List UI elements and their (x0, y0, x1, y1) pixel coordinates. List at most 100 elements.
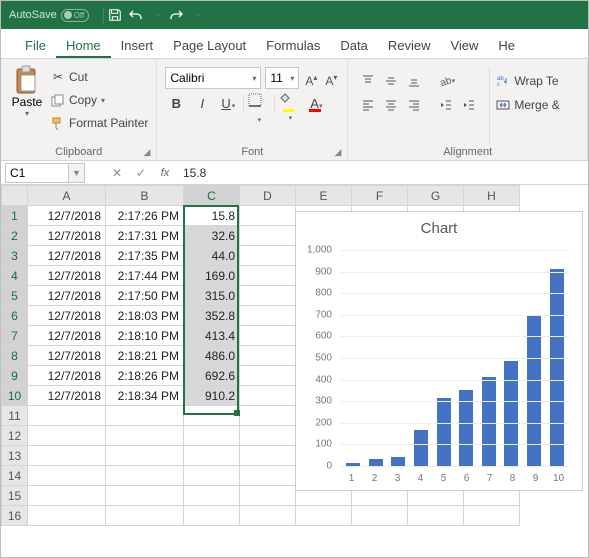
copy-button[interactable]: Copy▾ (51, 90, 148, 110)
font-size-select[interactable]: 11▾ (265, 67, 299, 89)
cell-C3[interactable]: 44.0 (184, 246, 240, 266)
cell-A7[interactable]: 12/7/2018 (28, 326, 106, 346)
cell-A1[interactable]: 12/7/2018 (28, 206, 106, 226)
tab-help[interactable]: He (488, 32, 525, 58)
column-header-G[interactable]: G (408, 186, 464, 206)
row-header-11[interactable]: 11 (2, 406, 28, 426)
font-name-select[interactable]: Calibri▾ (165, 67, 261, 89)
cell-B13[interactable] (106, 446, 184, 466)
undo-dropdown-icon[interactable]: ▾ (148, 11, 168, 20)
copy-dropdown-icon[interactable]: ▾ (101, 96, 105, 105)
row-header-8[interactable]: 8 (2, 346, 28, 366)
cell-C6[interactable]: 352.8 (184, 306, 240, 326)
cell-B8[interactable]: 2:18:21 PM (106, 346, 184, 366)
tab-review[interactable]: Review (378, 32, 441, 58)
cell-A3[interactable]: 12/7/2018 (28, 246, 106, 266)
column-header-B[interactable]: B (106, 186, 184, 206)
qat-customize-icon[interactable]: ▾ (188, 11, 208, 20)
row-header-9[interactable]: 9 (2, 366, 28, 386)
cell-B6[interactable]: 2:18:03 PM (106, 306, 184, 326)
cell-D6[interactable] (240, 306, 296, 326)
underline-button[interactable]: U▾ (217, 93, 239, 115)
tab-file[interactable]: File (15, 32, 56, 58)
cell-B2[interactable]: 2:17:31 PM (106, 226, 184, 246)
cell-C1[interactable]: 15.8 (184, 206, 240, 226)
cell-A12[interactable] (28, 426, 106, 446)
column-header-F[interactable]: F (352, 186, 408, 206)
cell-B10[interactable]: 2:18:34 PM (106, 386, 184, 406)
row-header-3[interactable]: 3 (2, 246, 28, 266)
name-box-dropdown-icon[interactable]: ▼ (69, 163, 85, 183)
row-header-15[interactable]: 15 (2, 486, 28, 506)
chart-bar[interactable] (437, 398, 451, 466)
cell-H16[interactable] (464, 506, 520, 526)
save-icon[interactable] (108, 8, 128, 22)
name-box[interactable]: C1 (5, 163, 69, 183)
bold-button[interactable]: B (165, 93, 187, 115)
row-header-6[interactable]: 6 (2, 306, 28, 326)
font-color-button[interactable]: A▾ (305, 93, 327, 115)
row-header-1[interactable]: 1 (2, 206, 28, 226)
chart-bar[interactable] (504, 361, 518, 466)
row-header-4[interactable]: 4 (2, 266, 28, 286)
row-header-10[interactable]: 10 (2, 386, 28, 406)
cell-C13[interactable] (184, 446, 240, 466)
cell-D7[interactable] (240, 326, 296, 346)
cell-C15[interactable] (184, 486, 240, 506)
cell-G16[interactable] (408, 506, 464, 526)
column-header-D[interactable]: D (240, 186, 296, 206)
row-header-7[interactable]: 7 (2, 326, 28, 346)
column-header-C[interactable]: C (184, 186, 240, 206)
cell-B15[interactable] (106, 486, 184, 506)
cell-D2[interactable] (240, 226, 296, 246)
cell-E16[interactable] (296, 506, 352, 526)
row-header-5[interactable]: 5 (2, 286, 28, 306)
cell-C12[interactable] (184, 426, 240, 446)
cell-A10[interactable]: 12/7/2018 (28, 386, 106, 406)
cell-B12[interactable] (106, 426, 184, 446)
row-header-16[interactable]: 16 (2, 506, 28, 526)
select-all-corner[interactable] (2, 186, 28, 206)
cell-A8[interactable]: 12/7/2018 (28, 346, 106, 366)
chart-bar[interactable] (391, 457, 405, 467)
align-bottom-button[interactable] (404, 71, 424, 91)
cell-B14[interactable] (106, 466, 184, 486)
tab-home[interactable]: Home (56, 32, 111, 58)
cell-B5[interactable]: 2:17:50 PM (106, 286, 184, 306)
wrap-text-button[interactable]: abcWrap Te (496, 71, 559, 91)
cell-C4[interactable]: 169.0 (184, 266, 240, 286)
cell-C2[interactable]: 32.6 (184, 226, 240, 246)
tab-view[interactable]: View (440, 32, 488, 58)
cell-D9[interactable] (240, 366, 296, 386)
cell-A2[interactable]: 12/7/2018 (28, 226, 106, 246)
cell-C9[interactable]: 692.6 (184, 366, 240, 386)
cell-B4[interactable]: 2:17:44 PM (106, 266, 184, 286)
cell-C7[interactable]: 413.4 (184, 326, 240, 346)
chart-bar[interactable] (369, 459, 383, 466)
tab-page-layout[interactable]: Page Layout (163, 32, 256, 58)
cell-C14[interactable] (184, 466, 240, 486)
enter-formula-icon[interactable]: ✓ (129, 166, 153, 180)
undo-icon[interactable] (128, 8, 148, 22)
cell-D5[interactable] (240, 286, 296, 306)
cell-A5[interactable]: 12/7/2018 (28, 286, 106, 306)
align-middle-button[interactable] (381, 71, 401, 91)
cell-A9[interactable]: 12/7/2018 (28, 366, 106, 386)
cell-C16[interactable] (184, 506, 240, 526)
cell-D15[interactable] (240, 486, 296, 506)
paste-button[interactable]: Paste ▾ (7, 63, 47, 144)
align-top-button[interactable] (358, 71, 378, 91)
align-right-button[interactable] (404, 95, 424, 115)
decrease-indent-button[interactable] (436, 95, 456, 115)
chart-bar[interactable] (550, 269, 564, 466)
cancel-formula-icon[interactable]: ✕ (105, 166, 129, 180)
cell-C11[interactable] (184, 406, 240, 426)
cell-D12[interactable] (240, 426, 296, 446)
row-header-14[interactable]: 14 (2, 466, 28, 486)
cell-D11[interactable] (240, 406, 296, 426)
cell-D8[interactable] (240, 346, 296, 366)
cell-C10[interactable]: 910.2 (184, 386, 240, 406)
increase-indent-button[interactable] (459, 95, 479, 115)
row-header-2[interactable]: 2 (2, 226, 28, 246)
increase-font-icon[interactable]: A▴ (303, 67, 319, 89)
